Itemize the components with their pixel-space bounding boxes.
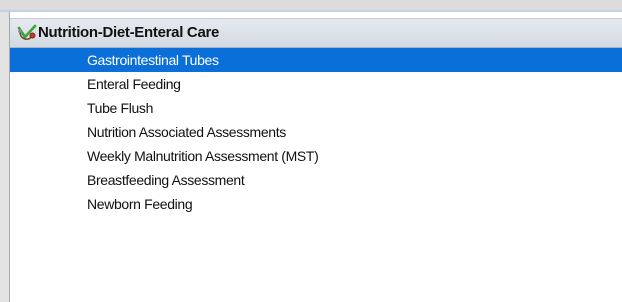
- list-item-gastrointestinal-tubes[interactable]: Gastrointestinal Tubes: [10, 48, 622, 72]
- band-list: Gastrointestinal Tubes Enteral Feeding T…: [10, 48, 622, 216]
- stethoscope-check-icon: [17, 24, 37, 41]
- section-header[interactable]: Nutrition-Diet-Enteral Care: [10, 18, 622, 48]
- navigator-panel: Nutrition-Diet-Enteral Care Gastrointest…: [9, 12, 622, 302]
- section-title: Nutrition-Diet-Enteral Care: [38, 24, 220, 41]
- top-border: [0, 0, 622, 10]
- list-item-weekly-malnutrition-assessment[interactable]: Weekly Malnutrition Assessment (MST): [10, 144, 622, 168]
- list-item-tube-flush[interactable]: Tube Flush: [10, 96, 622, 120]
- window: Nutrition-Diet-Enteral Care Gastrointest…: [0, 0, 622, 302]
- list-item-breastfeeding-assessment[interactable]: Breastfeeding Assessment: [10, 168, 622, 192]
- list-item-nutrition-associated-assessments[interactable]: Nutrition Associated Assessments: [10, 120, 622, 144]
- list-item-newborn-feeding[interactable]: Newborn Feeding: [10, 192, 622, 216]
- list-item-enteral-feeding[interactable]: Enteral Feeding: [10, 72, 622, 96]
